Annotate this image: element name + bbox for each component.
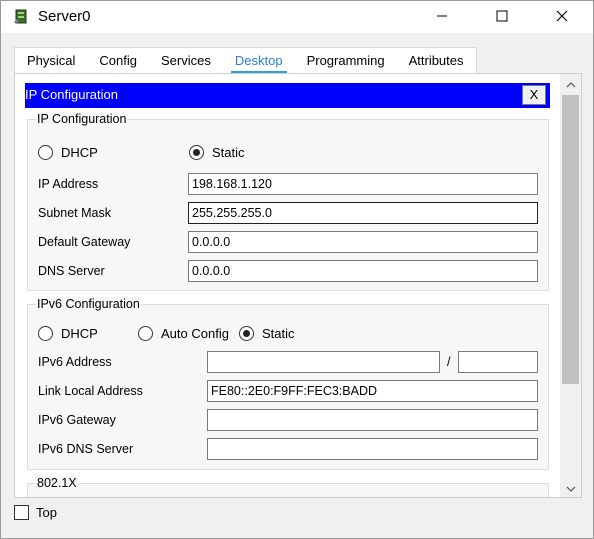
subnet-mask-field[interactable] <box>188 202 538 224</box>
close-icon <box>556 10 568 25</box>
dot1x-group: 802.1X <box>27 476 549 497</box>
ipv6-gateway-field[interactable] <box>207 409 538 431</box>
default-gateway-field[interactable] <box>188 231 538 253</box>
dns-server-label: DNS Server <box>38 264 105 278</box>
ipv6-dns-server-field[interactable] <box>207 438 538 460</box>
subnet-mask-label: Subnet Mask <box>38 206 111 220</box>
tab-programming[interactable]: Programming <box>295 48 397 73</box>
ipv6-group-title: IPv6 Configuration <box>36 297 141 311</box>
top-label: Top <box>36 505 57 520</box>
ipv6-static-radio[interactable]: Static <box>239 326 295 341</box>
ipv4-group: IP Configuration DHCP Static IP Address … <box>27 112 549 291</box>
dns-server-field[interactable] <box>188 260 538 282</box>
default-gateway-label: Default Gateway <box>38 235 131 249</box>
ipv4-static-radio[interactable]: Static <box>189 145 245 160</box>
ipv4-dhcp-label: DHCP <box>61 145 98 160</box>
vertical-scrollbar[interactable] <box>560 74 581 497</box>
tab-config[interactable]: Config <box>87 48 149 73</box>
tab-desktop[interactable]: Desktop <box>223 48 295 74</box>
ipv4-dhcp-radio-dot[interactable] <box>38 145 53 160</box>
ipv4-group-title: IP Configuration <box>36 112 128 126</box>
ipv4-dhcp-radio[interactable]: DHCP <box>38 145 98 160</box>
ipv6-auto-config-label: Auto Config <box>161 326 229 341</box>
tab-attributes[interactable]: Attributes <box>397 48 476 73</box>
top-option[interactable]: Top <box>14 505 57 520</box>
chevron-down-icon <box>566 481 576 496</box>
scroll-down-button[interactable] <box>560 479 581 497</box>
ipv6-dhcp-radio-dot[interactable] <box>38 326 53 341</box>
close-button[interactable] <box>539 1 585 33</box>
ipv6-dhcp-radio[interactable]: DHCP <box>38 326 98 341</box>
top-checkbox[interactable] <box>14 505 29 520</box>
tab-services[interactable]: Services <box>149 48 223 73</box>
ipv6-static-radio-dot[interactable] <box>239 326 254 341</box>
tab-physical[interactable]: Physical <box>15 48 87 73</box>
link-local-address-label: Link Local Address <box>38 384 143 398</box>
ipv6-address-label: IPv6 Address <box>38 355 112 369</box>
scrollbar-thumb[interactable] <box>562 95 579 384</box>
link-local-address-field[interactable] <box>207 380 538 402</box>
ipv6-dhcp-label: DHCP <box>61 326 98 341</box>
ipv6-address-field[interactable] <box>207 351 440 373</box>
ipv6-prefix-field[interactable] <box>458 351 538 373</box>
ip-address-field[interactable] <box>188 173 538 195</box>
ipv4-static-radio-dot[interactable] <box>189 145 204 160</box>
maximize-button[interactable] <box>479 1 525 33</box>
ip-config-header-title: IP Configuration <box>25 87 118 102</box>
title-bar[interactable]: Server0 <box>1 1 593 33</box>
ipv6-auto-config-radio-dot[interactable] <box>138 326 153 341</box>
window-title: Server0 <box>38 8 91 25</box>
ipv6-group: IPv6 Configuration DHCP Auto Config Stat… <box>27 297 549 470</box>
scroll-up-button[interactable] <box>560 74 581 92</box>
ipv6-auto-config-radio[interactable]: Auto Config <box>138 326 229 341</box>
ip-config-header: IP Configuration X <box>25 83 550 108</box>
tab-bar: Physical Config Services Desktop Program… <box>14 47 477 74</box>
ip-config-close-button[interactable]: X <box>522 85 546 105</box>
ipv6-dns-server-label: IPv6 DNS Server <box>38 442 134 456</box>
desktop-content: IP Configuration X IP Configuration DHCP… <box>14 73 582 498</box>
chevron-up-icon <box>566 76 576 91</box>
tabs-area: Physical Config Services Desktop Program… <box>1 33 593 74</box>
ipv6-static-label: Static <box>262 326 295 341</box>
minimize-icon <box>436 10 448 25</box>
minimize-button[interactable] <box>419 1 465 33</box>
ip-address-label: IP Address <box>38 177 99 191</box>
prefix-separator: / <box>447 355 451 369</box>
server-icon <box>13 8 31 26</box>
ipv6-gateway-label: IPv6 Gateway <box>38 413 116 427</box>
maximize-icon <box>496 10 508 25</box>
dot1x-group-title: 802.1X <box>36 476 78 490</box>
ipv4-static-label: Static <box>212 145 245 160</box>
server-window: Server0 Physical Config Services Desktop… <box>0 0 594 539</box>
